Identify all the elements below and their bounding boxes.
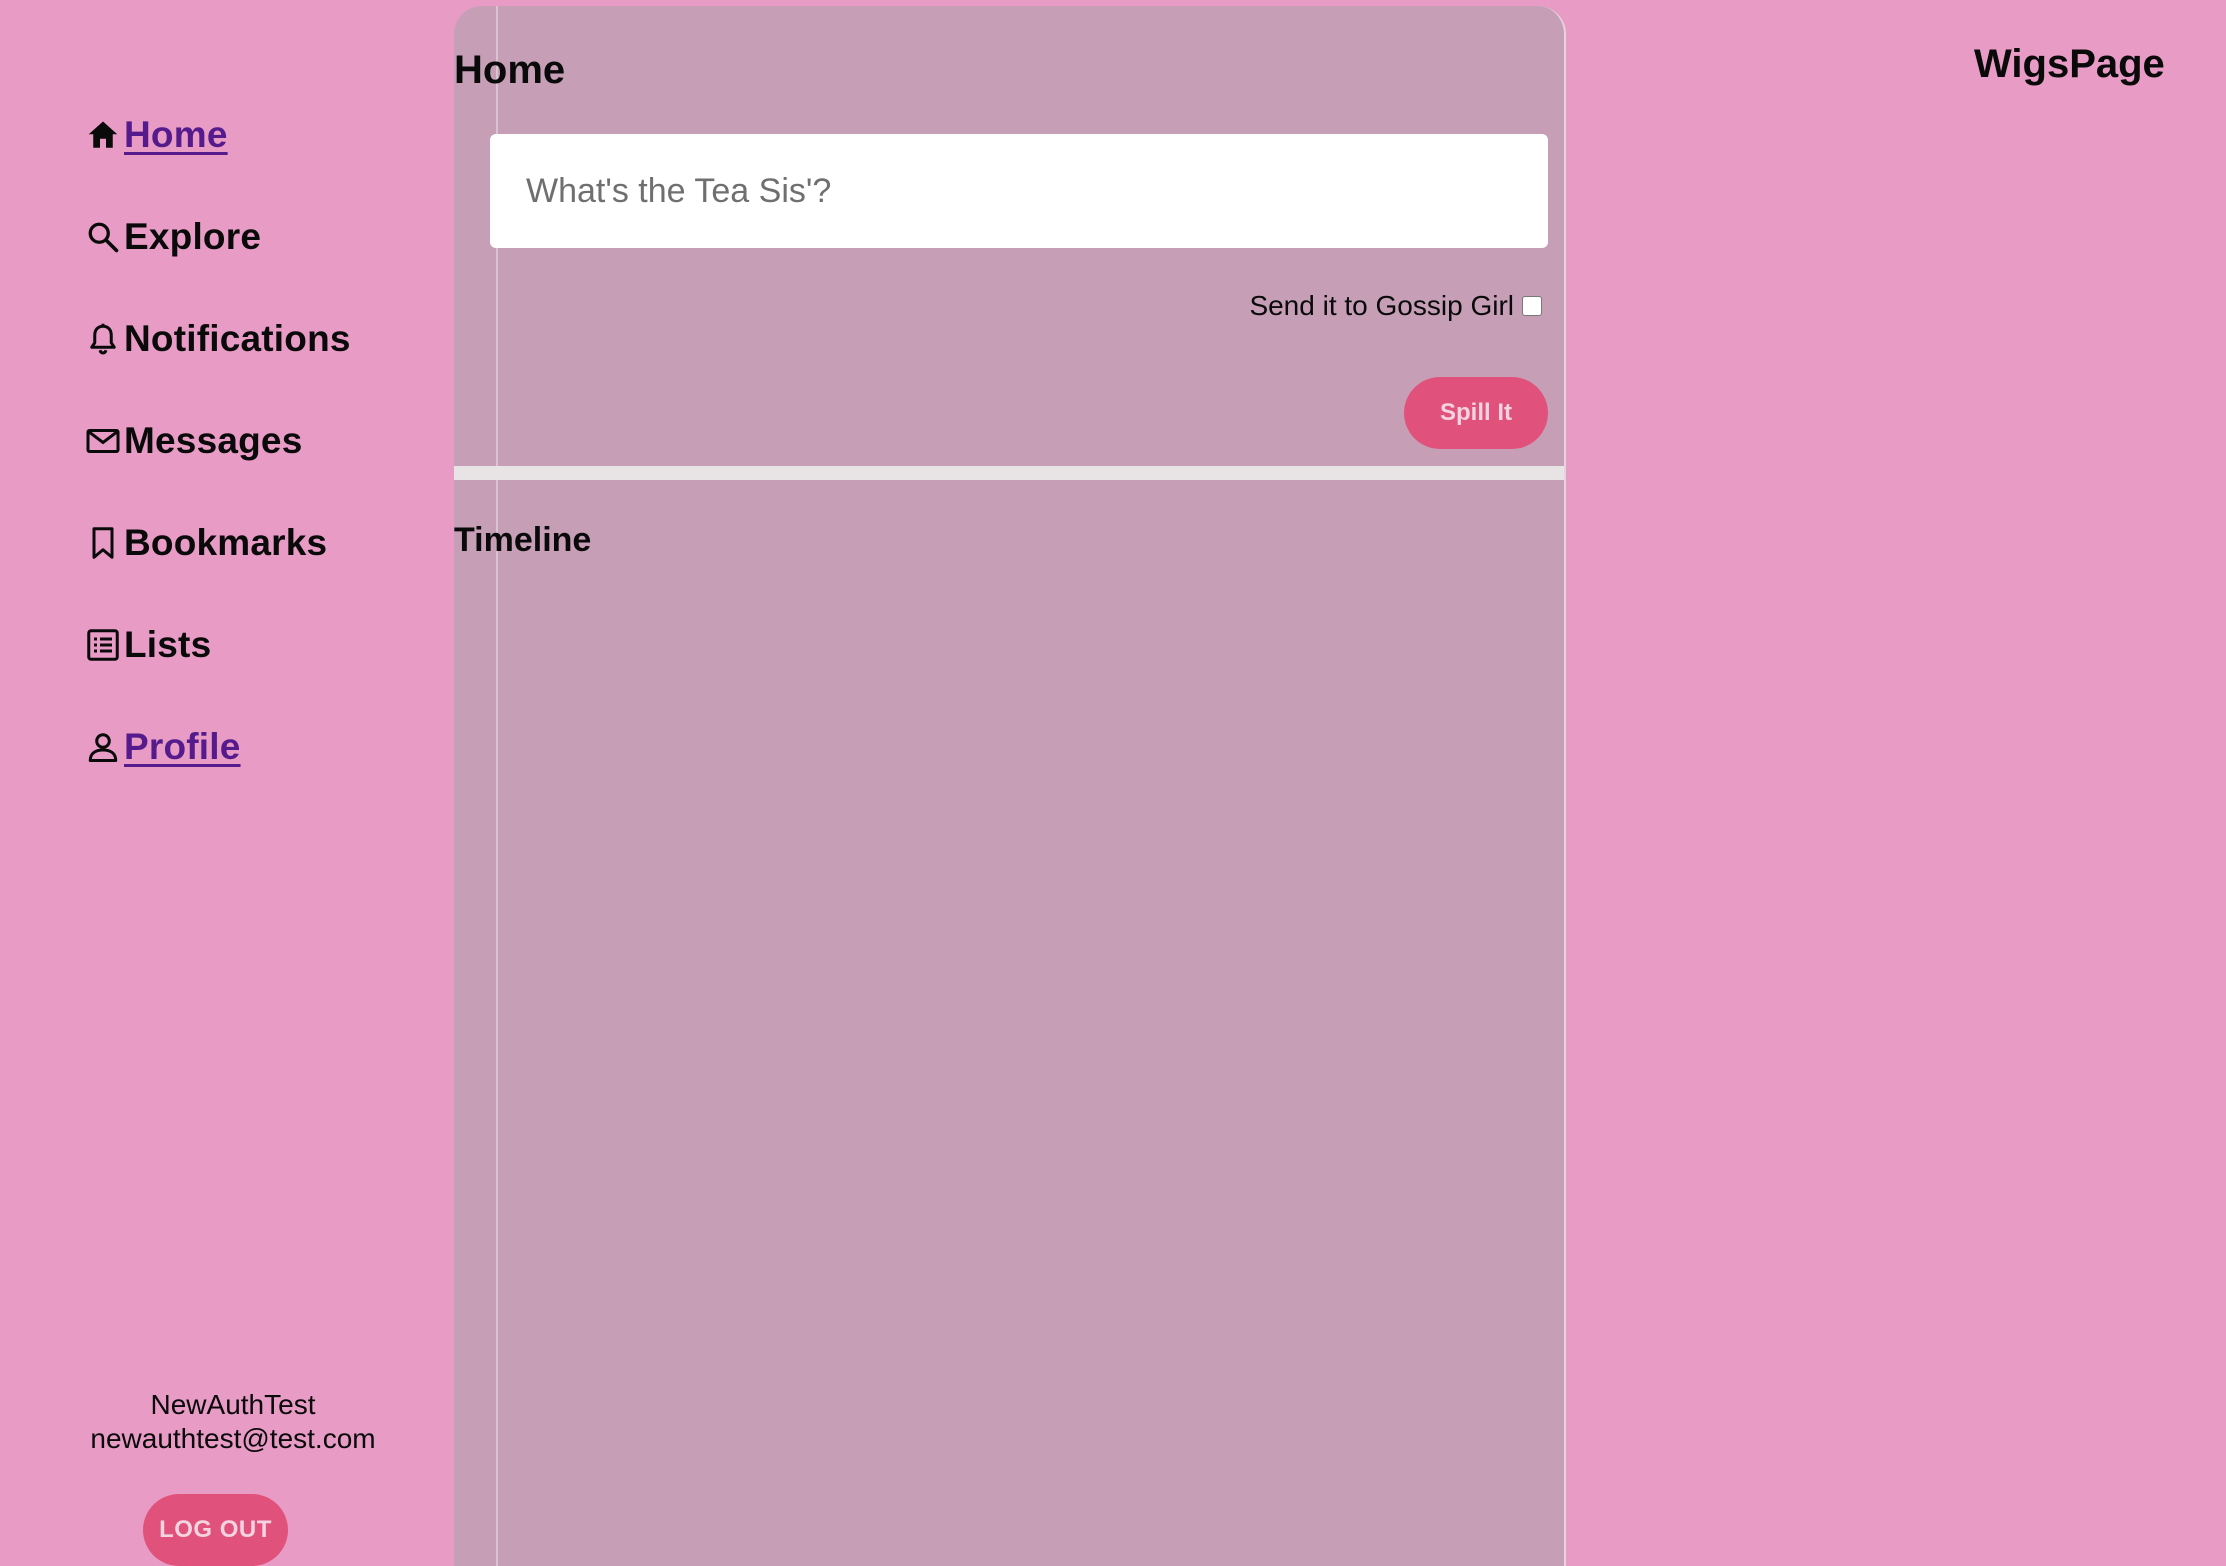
- sidebar-item-label[interactable]: Home: [124, 114, 228, 156]
- gossip-checkbox[interactable]: [1522, 296, 1542, 316]
- sidebar-item-messages[interactable]: Messages: [84, 390, 351, 492]
- user-name: NewAuthTest: [150, 1389, 316, 1420]
- sidebar-item-label: Explore: [124, 216, 262, 257]
- sidebar-item-label[interactable]: Profile: [124, 726, 241, 768]
- gossip-option[interactable]: Send it to Gossip Girl: [1249, 290, 1542, 322]
- user-info: NewAuthTest newauthtest@test.com: [0, 1388, 466, 1456]
- page-title: Home: [454, 48, 566, 92]
- bookmark-icon: [84, 524, 122, 562]
- brand-title: WigsPage: [1974, 42, 2165, 86]
- sidebar-item-label: Bookmarks: [124, 522, 328, 563]
- section-divider: [454, 466, 1564, 480]
- tweet-compose-input[interactable]: [490, 134, 1548, 248]
- home-icon: [84, 116, 122, 154]
- sidebar-item-bookmarks[interactable]: Bookmarks: [84, 492, 351, 594]
- mail-icon: [84, 422, 122, 460]
- sidebar-item-explore[interactable]: Explore: [84, 186, 351, 288]
- sidebar-nav: Home Explore Notifications Messages Book…: [84, 84, 351, 798]
- list-icon: [84, 626, 122, 664]
- sidebar-item-label: Lists: [124, 624, 212, 665]
- sidebar-item-label: Notifications: [124, 318, 351, 359]
- sidebar-item-profile[interactable]: Profile: [84, 696, 351, 798]
- search-icon: [84, 218, 122, 256]
- sidebar-item-lists[interactable]: Lists: [84, 594, 351, 696]
- logout-button[interactable]: LOG OUT: [143, 1494, 288, 1566]
- sidebar-item-notifications[interactable]: Notifications: [84, 288, 351, 390]
- sidebar-item-label: Messages: [124, 420, 303, 461]
- spill-it-button[interactable]: Spill It: [1404, 377, 1548, 449]
- sidebar-item-home[interactable]: Home: [84, 84, 351, 186]
- gossip-label: Send it to Gossip Girl: [1249, 290, 1514, 321]
- user-icon: [84, 728, 122, 766]
- sidebar: Home Explore Notifications Messages Book…: [0, 0, 454, 1566]
- main-feed: Home Send it to Gossip Girl Spill It Tim…: [454, 6, 1566, 1566]
- bell-icon: [84, 320, 122, 358]
- timeline-title: Timeline: [454, 521, 592, 559]
- user-email: newauthtest@test.com: [90, 1423, 376, 1454]
